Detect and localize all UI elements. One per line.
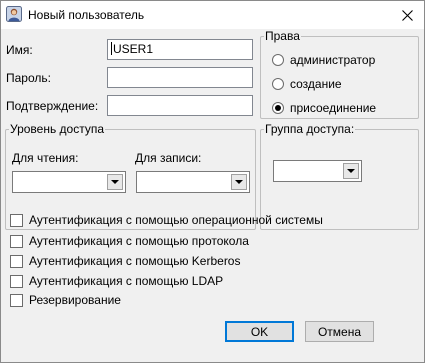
write-label: Для записи:	[135, 151, 202, 165]
read-label: Для чтения:	[12, 151, 79, 165]
checkbox-ldap-auth[interactable]: Аутентификация с помощью LDAP	[10, 274, 223, 288]
cancel-button[interactable]: Отмена	[305, 321, 374, 342]
checkbox-kerberos-auth-box[interactable]	[10, 254, 23, 268]
checkbox-protocol-auth[interactable]: Аутентификация с помощью протокола	[10, 234, 249, 248]
read-access-select[interactable]	[12, 171, 126, 193]
read-access-dropdown-button[interactable]	[107, 174, 123, 190]
radio-admin-button[interactable]	[272, 54, 284, 66]
checkbox-reservation-label: Резервирование	[29, 293, 121, 307]
window-title: Новый пользователь	[28, 8, 145, 22]
radio-create-button[interactable]	[272, 78, 284, 90]
checkbox-os-auth-box[interactable]	[10, 213, 23, 227]
radio-join[interactable]: присоединение	[272, 101, 376, 115]
password-label: Пароль:	[6, 71, 51, 85]
password-input[interactable]	[107, 67, 253, 88]
radio-create[interactable]: создание	[272, 77, 342, 91]
title-bar[interactable]: Новый пользователь	[1, 1, 424, 29]
user-icon	[6, 6, 22, 22]
checkbox-os-auth[interactable]: Аутентификация с помощью операционной си…	[10, 213, 323, 227]
access-group-select[interactable]	[273, 160, 362, 182]
checkbox-ldap-auth-box[interactable]	[10, 274, 23, 288]
checkbox-protocol-auth-label: Аутентификация с помощью протокола	[29, 234, 249, 248]
name-input[interactable]: USER1	[107, 39, 253, 60]
checkbox-os-auth-label: Аутентификация с помощью операционной си…	[29, 213, 323, 227]
close-icon	[401, 9, 413, 21]
rights-group-title: Права	[264, 29, 301, 43]
checkbox-kerberos-auth[interactable]: Аутентификация с помощью Kerberos	[10, 254, 240, 268]
checkbox-protocol-auth-box[interactable]	[10, 234, 23, 248]
access-group-dropdown-button[interactable]	[343, 163, 359, 179]
access-level-title: Уровень доступа	[9, 122, 106, 136]
chevron-down-icon	[111, 180, 119, 184]
write-access-select[interactable]	[136, 171, 250, 193]
radio-join-label: присоединение	[290, 101, 377, 115]
name-label: Имя:	[6, 43, 33, 57]
new-user-dialog: Новый пользователь Имя: USER1 Пароль: По…	[0, 0, 425, 363]
radio-join-button[interactable]	[272, 102, 284, 114]
chevron-down-icon	[347, 169, 355, 173]
close-button[interactable]	[390, 1, 424, 29]
radio-admin[interactable]: администратор	[272, 53, 375, 67]
radio-create-label: создание	[290, 77, 342, 91]
radio-admin-label: администратор	[290, 53, 376, 67]
checkbox-kerberos-auth-label: Аутентификация с помощью Kerberos	[29, 254, 241, 268]
write-access-dropdown-button[interactable]	[231, 174, 247, 190]
rights-group: Права администратор создание присоединен…	[260, 29, 419, 119]
ok-button[interactable]: OK	[225, 321, 294, 342]
chevron-down-icon	[235, 180, 243, 184]
checkbox-ldap-auth-label: Аутентификация с помощью LDAP	[29, 274, 224, 288]
radio-selected-dot	[275, 105, 281, 111]
checkbox-reservation[interactable]: Резервирование	[10, 293, 121, 307]
text-caret	[111, 42, 112, 55]
name-input-value: USER1	[113, 42, 154, 56]
confirm-label: Подтверждение:	[6, 99, 99, 113]
dialog-body: Имя: USER1 Пароль: Подтверждение: Права …	[1, 29, 424, 362]
confirm-password-input[interactable]	[107, 95, 253, 116]
access-group-title: Группа доступа:	[264, 122, 356, 136]
checkbox-reservation-box[interactable]	[10, 293, 23, 307]
